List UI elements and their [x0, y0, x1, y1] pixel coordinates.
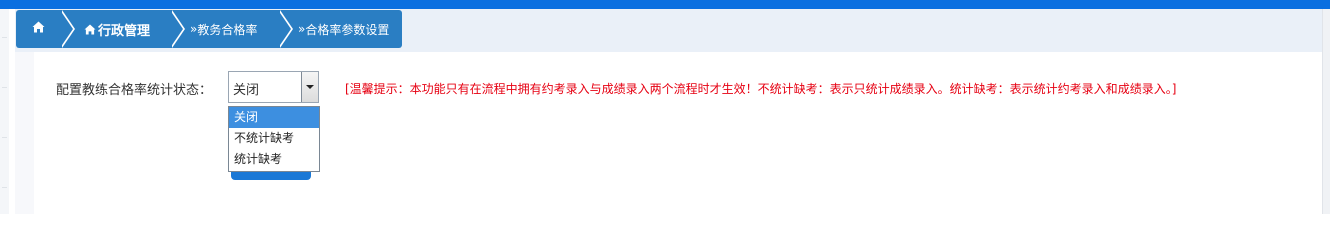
- status-select-value: 关闭: [233, 83, 260, 98]
- option-off[interactable]: 关闭: [229, 107, 319, 128]
- breadcrumb-item-param-settings[interactable]: » 合格率参数设置: [278, 10, 402, 48]
- double-chevron-icon: »: [190, 22, 197, 36]
- warm-tip-text: [温馨提示：本功能只有在流程中拥有约考录入与成绩录入两个流程时才生效！不统计缺考…: [345, 82, 1177, 96]
- breadcrumb-label: 教务合格率: [197, 22, 258, 37]
- status-config-label: 配置教练合格率统计状态：: [56, 83, 213, 98]
- breadcrumb-home[interactable]: [16, 10, 75, 48]
- double-chevron-icon: »: [298, 22, 305, 36]
- home-icon: [84, 23, 96, 35]
- right-scroll-edge[interactable]: [1322, 9, 1330, 214]
- option-exclude-absent[interactable]: 不统计缺考: [229, 128, 319, 149]
- option-include-absent[interactable]: 统计缺考: [229, 149, 319, 170]
- home-icon: [32, 21, 45, 37]
- breadcrumb-item-pass-rate[interactable]: » 教务合格率: [170, 10, 293, 48]
- top-accent-bar: [0, 0, 1330, 9]
- dropdown-toggle-button[interactable]: [301, 72, 318, 102]
- status-select-options: 关闭 不统计缺考 统计缺考: [228, 106, 320, 172]
- status-select[interactable]: 关闭: [228, 71, 319, 103]
- chevron-down-icon: [306, 85, 314, 89]
- breadcrumb-label: 合格率参数设置: [305, 22, 390, 37]
- breadcrumb-item-admin[interactable]: 行政管理: [60, 10, 185, 48]
- breadcrumb-label: 行政管理: [98, 23, 151, 39]
